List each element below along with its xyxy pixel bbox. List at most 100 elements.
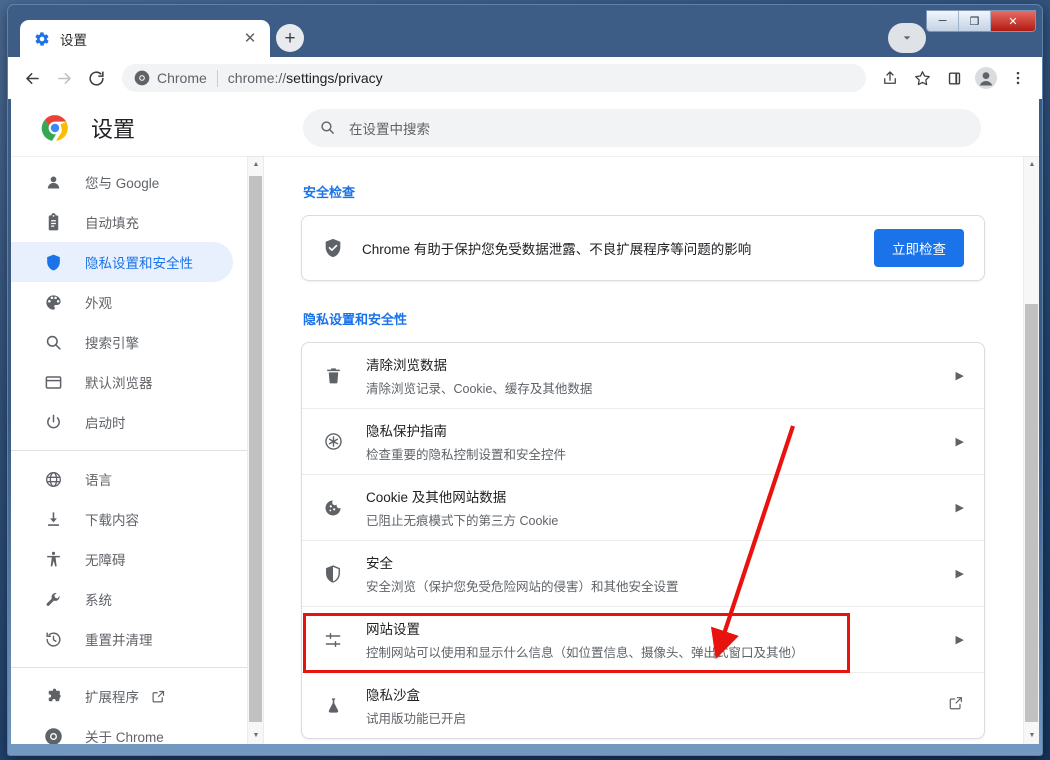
desktop-background: 设置 ✕ + ─ ❐ ✕ Chrome chrome://settings/pr…	[0, 0, 1050, 760]
profile-button[interactable]	[970, 62, 1002, 94]
scroll-down-arrow-icon[interactable]: ▼	[1024, 727, 1039, 744]
section-title-privacy-and-security: 隐私设置和安全性	[303, 312, 408, 327]
sidebar-item-privacy-and-security[interactable]: 隐私设置和安全性	[11, 242, 233, 282]
sidebar-item-about-chrome[interactable]: 关于 Chrome	[11, 716, 233, 744]
sidebar-item-label: 默认浏览器	[85, 376, 153, 391]
sidebar-item-system[interactable]: 系统	[11, 579, 233, 619]
omnibox-url-path: settings/privacy	[286, 70, 383, 86]
tab-search-chevron-button[interactable]	[888, 23, 926, 53]
chrome-logo-icon	[41, 114, 69, 142]
tune-sliders-icon	[322, 629, 344, 651]
sidebar-item-appearance[interactable]: 外观	[11, 282, 233, 322]
browser-window-icon	[43, 372, 63, 392]
scroll-up-arrow-icon[interactable]: ▲	[248, 156, 263, 173]
sidebar-item-label: 启动时	[85, 416, 126, 431]
settings-page: 设置 在设置中搜索 您与 Google 自动填充 隐私设置和安全性 外观 搜索引…	[11, 99, 1039, 744]
search-input[interactable]: 在设置中搜索	[303, 108, 981, 147]
sidebar-item-extensions[interactable]: 扩展程序	[11, 676, 233, 716]
main-scroll-area: 安全检查 Chrome 有助于保护您免受数据泄露、不良扩展程序等问题的影响 立即…	[264, 156, 1022, 744]
address-bar[interactable]: Chrome chrome://settings/privacy	[122, 64, 866, 92]
window-frame: 设置 ✕ + ─ ❐ ✕ Chrome chrome://settings/pr…	[8, 5, 1042, 755]
privacy-settings-card: 清除浏览数据 清除浏览记录、Cookie、缓存及其他数据 ▶ 隐私保护指南 检查…	[301, 342, 985, 739]
sidebar-item-search-engine[interactable]: 搜索引擎	[11, 322, 233, 362]
sidebar-scrollbar[interactable]: ▲ ▼	[247, 156, 263, 744]
sidebar-item-label: 语言	[85, 473, 112, 488]
search-icon	[321, 121, 334, 134]
privacy-row-security[interactable]: 安全 安全浏览（保护您免受危险网站的侵害）和其他安全设置 ▶	[302, 540, 984, 606]
settings-content-column: 安全检查 Chrome 有助于保护您免受数据泄露、不良扩展程序等问题的影响 立即…	[301, 156, 985, 744]
scroll-up-arrow-icon[interactable]: ▲	[1024, 156, 1039, 173]
sidebar-item-label: 重置并清理	[85, 633, 153, 648]
sidebar-item-downloads[interactable]: 下载内容	[11, 499, 233, 539]
sidebar-item-label: 搜索引擎	[85, 336, 139, 351]
forward-button[interactable]	[48, 62, 80, 94]
person-avatar-icon	[975, 67, 997, 89]
scrollbar-thumb[interactable]	[249, 176, 262, 722]
reload-button[interactable]	[80, 62, 112, 94]
row-subtitle: 清除浏览记录、Cookie、缓存及其他数据	[366, 382, 593, 396]
wrench-icon	[43, 589, 63, 609]
settings-header: 设置 在设置中搜索	[11, 99, 1039, 156]
open-external-icon	[948, 695, 964, 716]
sidebar-divider	[11, 450, 247, 451]
back-button[interactable]	[16, 62, 48, 94]
sidebar-item-accessibility[interactable]: 无障碍	[11, 539, 233, 579]
privacy-row-privacy-guide[interactable]: 隐私保护指南 检查重要的隐私控制设置和安全控件 ▶	[302, 408, 984, 474]
privacy-row-clear-browsing-data[interactable]: 清除浏览数据 清除浏览记录、Cookie、缓存及其他数据 ▶	[302, 343, 984, 408]
side-panel-button[interactable]	[938, 62, 970, 94]
sidebar-item-reset-and-cleanup[interactable]: 重置并清理	[11, 619, 233, 659]
sidebar-item-label: 外观	[85, 296, 112, 311]
bookmark-button[interactable]	[906, 62, 938, 94]
check-now-button[interactable]: 立即检查	[874, 229, 964, 267]
tab-strip: 设置 ✕ + ─ ❐ ✕	[8, 5, 1042, 57]
row-texts: 网站设置 控制网站可以使用和显示什么信息（如位置信息、摄像头、弹出式窗口及其他）	[366, 618, 946, 661]
close-button[interactable]: ✕	[991, 11, 1035, 31]
sidebar-item-label: 自动填充	[85, 216, 139, 231]
row-subtitle: 检查重要的隐私控制设置和安全控件	[366, 448, 567, 462]
sidebar-item-label: 扩展程序	[85, 690, 139, 705]
tab-title: 设置	[60, 32, 87, 48]
sidebar-item-languages[interactable]: 语言	[11, 459, 233, 499]
privacy-row-cookies[interactable]: Cookie 及其他网站数据 已阻止无痕模式下的第三方 Cookie ▶	[302, 474, 984, 540]
chrome-logo-icon	[134, 70, 150, 86]
shield-icon	[322, 563, 344, 585]
chevron-down-icon	[903, 36, 911, 40]
history-restore-icon	[43, 629, 63, 649]
shield-icon	[43, 252, 63, 272]
row-subtitle: 控制网站可以使用和显示什么信息（如位置信息、摄像头、弹出式窗口及其他）	[366, 646, 804, 660]
privacy-row-site-settings[interactable]: 网站设置 控制网站可以使用和显示什么信息（如位置信息、摄像头、弹出式窗口及其他）…	[302, 606, 984, 672]
trash-icon	[322, 365, 344, 387]
browser-tab-settings[interactable]: 设置 ✕	[20, 20, 270, 57]
row-texts: 隐私沙盒 试用版功能已开启	[366, 684, 938, 727]
maximize-button[interactable]: ❐	[959, 11, 991, 31]
scroll-down-arrow-icon[interactable]: ▼	[248, 727, 263, 744]
clipboard-icon	[43, 212, 63, 232]
row-title: 隐私沙盒	[366, 688, 420, 703]
section-title-safety-check: 安全检查	[303, 185, 356, 200]
close-icon[interactable]: ✕	[240, 29, 260, 49]
safety-check-card: Chrome 有助于保护您免受数据泄露、不良扩展程序等问题的影响 立即检查	[301, 215, 985, 281]
scrollbar-thumb[interactable]	[1025, 304, 1038, 722]
share-button[interactable]	[874, 62, 906, 94]
globe-icon	[43, 469, 63, 489]
arrow-right-icon	[57, 72, 71, 84]
chevron-right-icon: ▶	[955, 436, 964, 448]
sidebar-item-you-and-google[interactable]: 您与 Google	[11, 162, 233, 202]
open-external-icon	[151, 689, 166, 704]
new-tab-button[interactable]: +	[276, 24, 304, 52]
omnibox-brand-label: Chrome	[157, 70, 207, 86]
privacy-row-privacy-sandbox[interactable]: 隐私沙盒 试用版功能已开启	[302, 672, 984, 738]
sidebar-item-default-browser[interactable]: 默认浏览器	[11, 362, 233, 402]
sidebar-item-on-startup[interactable]: 启动时	[11, 402, 233, 442]
person-icon	[43, 172, 63, 192]
sidebar-item-autofill[interactable]: 自动填充	[11, 202, 233, 242]
row-texts: Cookie 及其他网站数据 已阻止无痕模式下的第三方 Cookie	[366, 486, 946, 529]
main-scrollbar[interactable]: ▲ ▼	[1023, 156, 1039, 744]
settings-sidebar: 您与 Google 自动填充 隐私设置和安全性 外观 搜索引擎 默认浏览器 启动…	[11, 156, 264, 744]
browser-toolbar: Chrome chrome://settings/privacy	[8, 57, 1042, 99]
row-title: 清除浏览数据	[366, 358, 447, 373]
search-placeholder: 在设置中搜索	[349, 121, 430, 137]
minimize-button[interactable]: ─	[927, 11, 959, 31]
chrome-menu-button[interactable]	[1002, 62, 1034, 94]
search-icon	[43, 332, 63, 352]
